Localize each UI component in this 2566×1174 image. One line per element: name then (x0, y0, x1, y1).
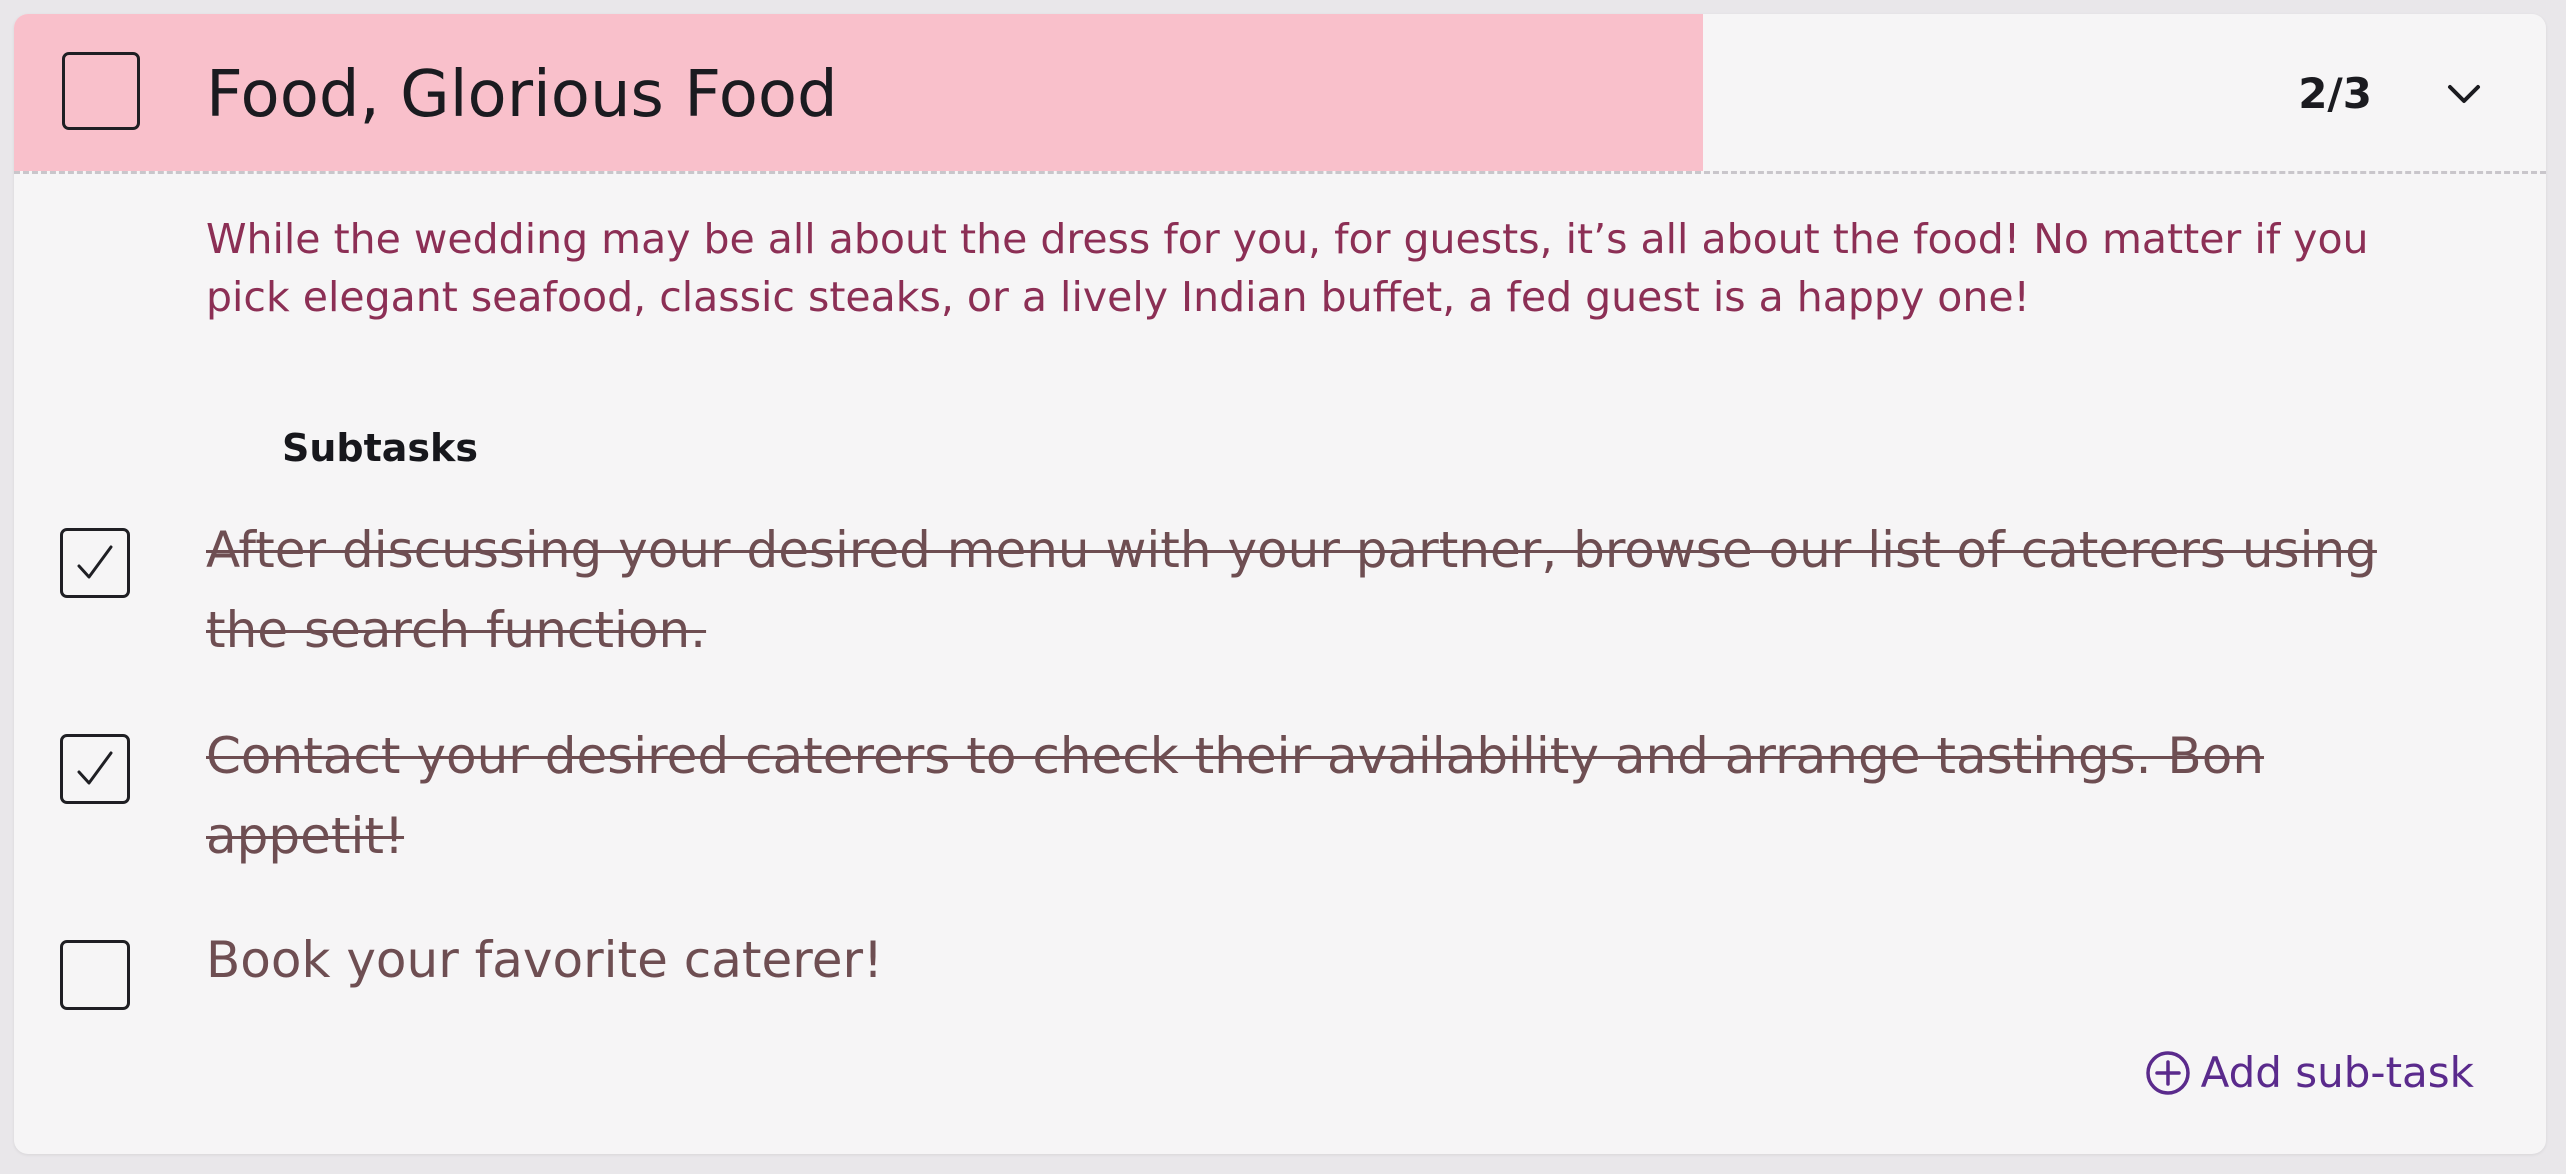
expand-button[interactable] (2436, 66, 2492, 122)
task-checkbox[interactable] (62, 52, 140, 130)
subtask-text: After discussing your desired menu with … (206, 521, 2377, 659)
subtask-text: Contact your desired caterers to check t… (206, 727, 2265, 865)
task-card: Food, Glorious Food 2/3 While the weddin… (14, 14, 2546, 1154)
add-subtask-label: Add sub-task (2200, 1048, 2474, 1097)
subtask-checkbox[interactable] (60, 940, 130, 1010)
task-header[interactable]: Food, Glorious Food 2/3 (14, 14, 2546, 174)
subtask-checkbox[interactable] (60, 734, 130, 804)
subtasks-heading: Subtasks (282, 426, 478, 470)
subtask-text: Book your favorite caterer! (206, 931, 884, 989)
checkmark-icon (77, 751, 113, 785)
checkmark-icon (77, 545, 113, 579)
plus-circle-icon (2145, 1050, 2190, 1095)
chevron-down-icon (2448, 85, 2480, 103)
task-title: Food, Glorious Food (206, 58, 838, 132)
subtask-count: 2/3 (2298, 69, 2372, 118)
add-subtask-button[interactable]: Add sub-task (2145, 1048, 2474, 1097)
subtask-checkbox[interactable] (60, 528, 130, 598)
task-description: While the wedding may be all about the d… (206, 215, 2369, 321)
